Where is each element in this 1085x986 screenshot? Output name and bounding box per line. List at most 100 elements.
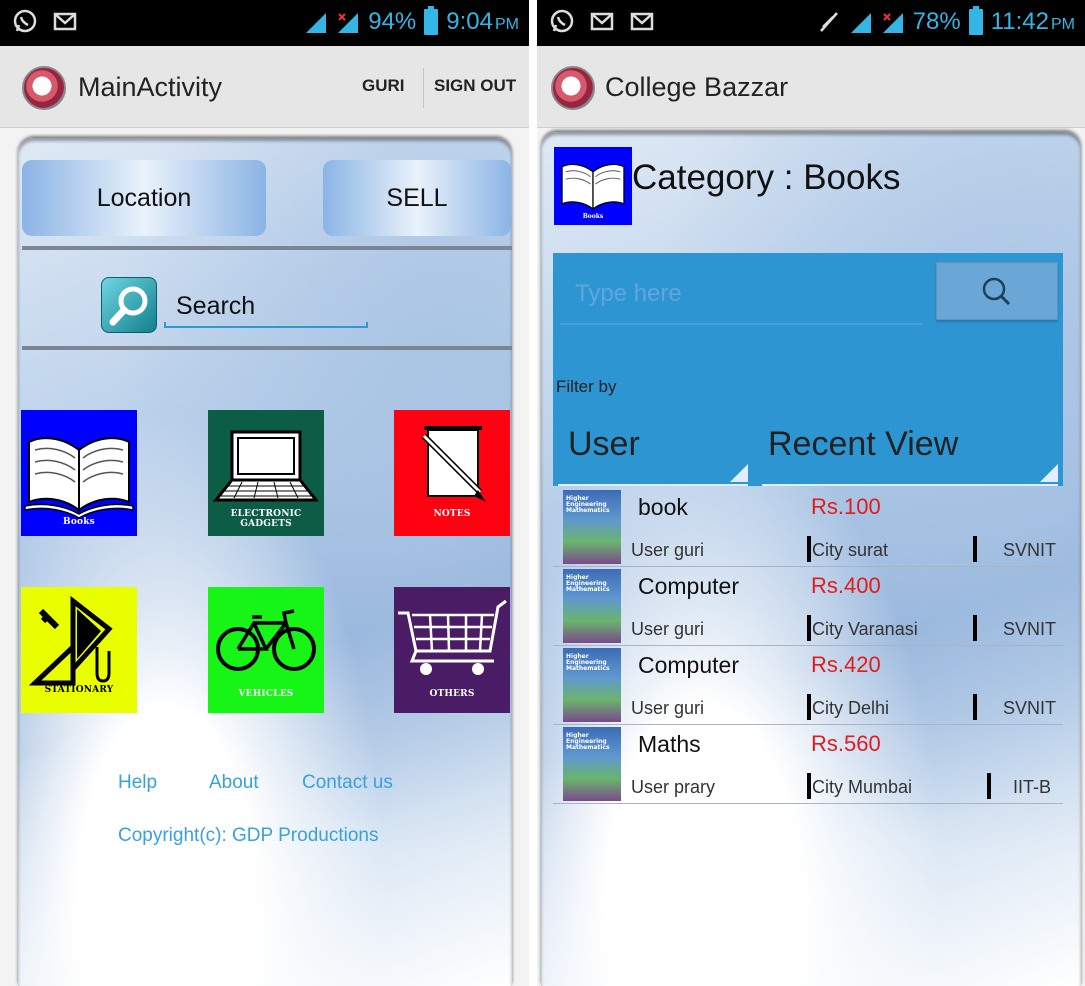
search-input-underline [164,322,368,328]
search-button[interactable] [936,262,1058,320]
divider [423,68,424,108]
category-vehicles[interactable]: VEHICLES [208,587,324,713]
battery-percent: 94% [368,8,417,35]
search-input-underline [560,323,922,325]
divider [987,773,991,799]
category-icon-caption: Books [582,213,604,220]
listing-user: User guri [631,619,705,639]
search-input[interactable]: Search [176,292,255,321]
spinner-underline [558,484,748,486]
divider [807,773,811,799]
page-title: MainActivity [78,72,223,102]
signal-icon [306,13,327,33]
app-logo-icon[interactable] [22,66,66,110]
listing-user: User prary [631,777,716,797]
signal-icon [850,13,871,33]
listing-user: User guri [631,698,705,718]
listing-name: Computer [638,573,739,599]
listing-college: SVNIT [1003,619,1057,639]
divider [807,694,811,720]
divider [807,536,811,562]
category-books-icon: Books [554,147,632,225]
divider [973,536,977,562]
list-item[interactable]: Higher Engineering Mathematics Computer … [553,646,1063,725]
user-filter-spinner[interactable]: User [568,425,640,464]
listing-thumbnail: Higher Engineering Mathematics [563,648,621,722]
divider [22,246,512,250]
content-panel [18,138,512,986]
contact-us-link[interactable]: Contact us [302,772,393,794]
search-icon[interactable] [101,277,157,333]
listing-price: Rs.100 [811,494,881,519]
status-bar: 94% 9:04 PM [0,0,529,46]
dropdown-arrow-icon [1040,464,1058,482]
listing-name: book [638,494,688,520]
category-caption: ELECTRONIC GADGETS [230,509,302,529]
listing-user: User guri [631,540,705,560]
listing-city: City Varanasi [812,619,918,639]
action-bar: College Bazzar [537,46,1085,128]
main-activity-screen: 94% 9:04 PM MainActivity GURI SIGN OUT L… [0,0,529,986]
listing-city: City Mumbai [812,777,913,797]
category-others[interactable]: OTHERS [394,587,510,713]
gmail-icon [53,12,77,31]
category-stationary[interactable]: STATIONARY [21,587,137,713]
divider [807,615,811,641]
category-caption: Books [63,517,95,527]
list-item[interactable]: Higher Engineering Mathematics Computer … [553,567,1063,646]
signal-icon [338,13,359,33]
category-notes[interactable]: NOTES [394,410,510,536]
clock-ampm: PM [1051,16,1075,33]
copyright-text: Copyright(c): GDP Productions [118,825,379,846]
divider [973,615,977,641]
gmail-icon [630,12,654,31]
clock: 11:42 [990,8,1049,35]
listing-name: Computer [638,652,739,678]
sell-button[interactable]: SELL [323,160,511,236]
listing-college: SVNIT [1003,698,1057,718]
search-icon [982,277,1011,306]
category-electronic-gadgets[interactable]: ELECTRONIC GADGETS [208,410,324,536]
clock: 9:04 [446,8,493,35]
gmail-icon [590,12,614,31]
status-bar: 78% 11:42 PM [537,0,1085,46]
dropdown-arrow-icon [730,464,748,482]
list-item[interactable]: Higher Engineering Mathematics book Rs.1… [553,488,1063,567]
about-link[interactable]: About [209,772,259,794]
mute-icon [819,12,838,32]
listing-thumbnail: Higher Engineering Mathematics [563,490,621,564]
page-title: College Bazzar [605,72,789,102]
listing-college: IIT-B [1013,777,1052,797]
location-button[interactable]: Location [22,160,266,236]
list-item[interactable]: Higher Engineering Mathematics Maths Rs.… [553,725,1063,804]
listing-city: City surat [812,540,889,560]
whatsapp-icon [550,9,574,33]
clock-ampm: PM [495,16,519,33]
listing-name: Maths [638,731,701,757]
category-title: Category : Books [632,158,901,197]
listing-thumbnail: Higher Engineering Mathematics [563,727,621,801]
listing-price: Rs.560 [811,731,881,756]
app-logo-icon[interactable] [551,66,595,110]
category-books[interactable]: Books [21,410,137,536]
recent-view-filter-spinner[interactable]: Recent View [768,425,958,464]
listing-price: Rs.400 [811,573,881,598]
category-caption: STATIONARY [44,685,114,695]
user-button[interactable]: GURI [362,76,405,96]
divider [973,694,977,720]
listing-thumbnail: Higher Engineering Mathematics [563,569,621,643]
divider [22,346,512,350]
battery-icon [424,6,439,35]
listing-price: Rs.420 [811,652,881,677]
battery-icon [968,6,983,35]
listing-college: SVNIT [1003,540,1057,560]
category-caption: VEHICLES [238,689,294,699]
help-link[interactable]: Help [118,772,157,794]
battery-percent: 78% [912,8,961,35]
listing-city: City Delhi [812,698,890,718]
category-caption: OTHERS [429,689,475,699]
spinner-underline [762,484,1058,486]
action-bar: MainActivity GURI SIGN OUT [0,46,529,128]
search-input[interactable]: Type here [575,280,682,308]
sign-out-button[interactable]: SIGN OUT [434,76,516,96]
